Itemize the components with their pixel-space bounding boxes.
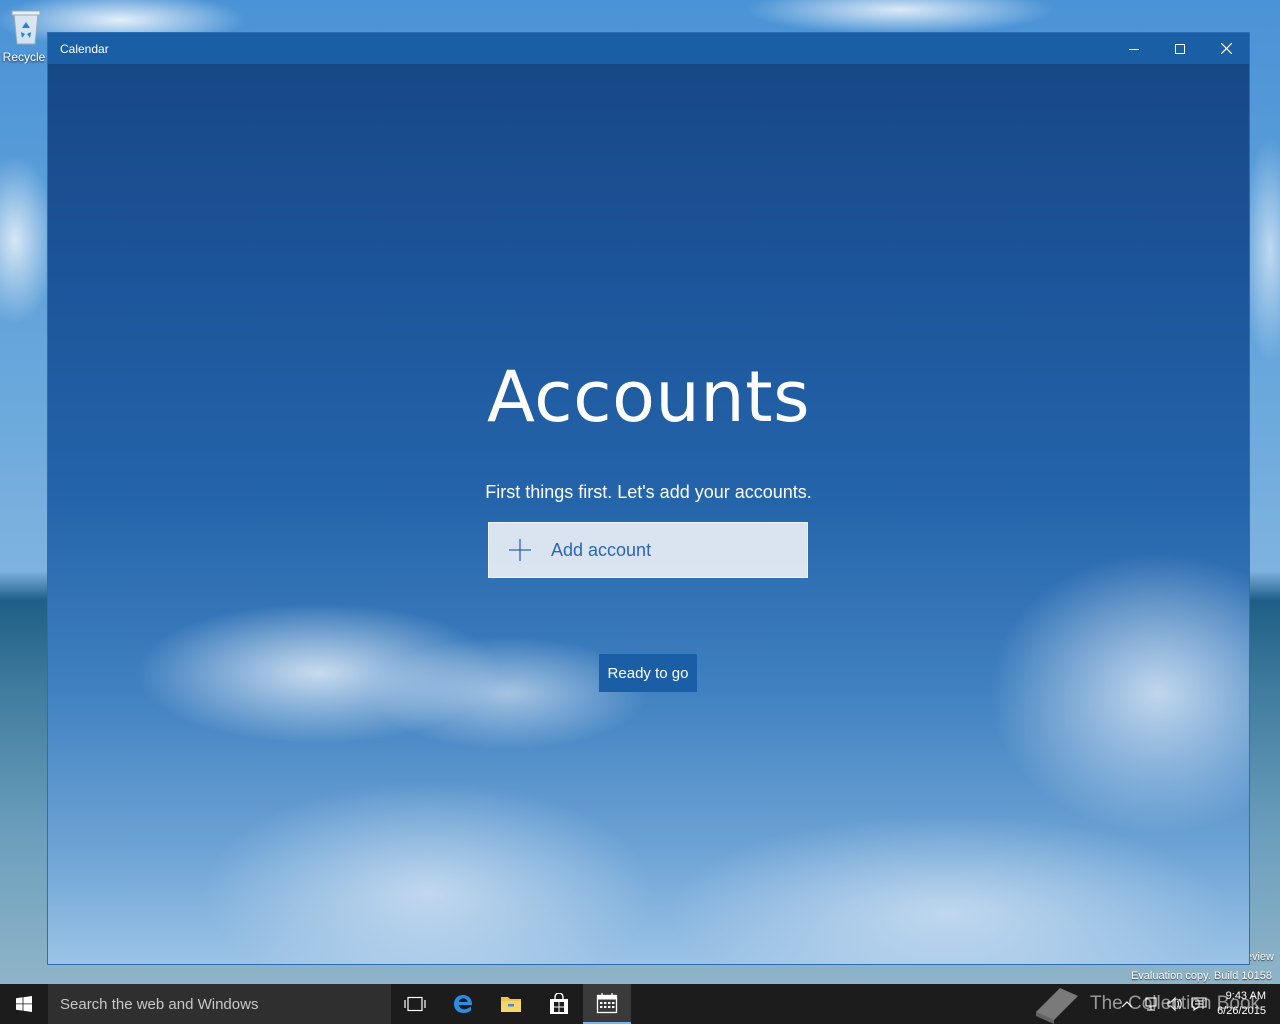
minimize-icon xyxy=(1129,48,1139,50)
title-bar[interactable]: Calendar xyxy=(48,33,1249,64)
close-button[interactable] xyxy=(1203,33,1249,64)
store-button[interactable] xyxy=(535,984,583,1024)
close-icon xyxy=(1220,43,1232,54)
search-input[interactable]: Search the web and Windows xyxy=(48,984,391,1024)
desktop-icon-label: Recycle xyxy=(2,50,46,64)
notification-icon xyxy=(1191,997,1207,1012)
book-logo-icon xyxy=(1036,988,1078,1024)
start-button[interactable] xyxy=(0,984,48,1024)
calendar-icon xyxy=(596,993,618,1014)
task-view-button[interactable] xyxy=(391,984,439,1024)
file-explorer-icon xyxy=(501,997,521,1012)
volume-icon xyxy=(1167,996,1182,1012)
ready-to-go-button[interactable]: Ready to go xyxy=(599,654,697,692)
calendar-taskbar-button[interactable] xyxy=(583,984,631,1024)
watermark-line-2: Evaluation copy. Build 10158 xyxy=(1130,970,1272,982)
add-account-label: Add account xyxy=(551,539,652,560)
page-title: Accounts xyxy=(486,356,811,438)
action-center-button[interactable] xyxy=(1187,984,1211,1024)
volume-button[interactable] xyxy=(1163,984,1187,1024)
desktop-icon-recycle-bin[interactable]: Recycle xyxy=(0,6,52,64)
page-subtitle: First things first. Let's add your accou… xyxy=(485,482,812,502)
clock[interactable]: 9:43 AM 6/26/2015 xyxy=(1211,989,1280,1019)
task-view-icon xyxy=(404,996,426,1012)
taskbar: Search the web and Windows The Collectio… xyxy=(0,984,1280,1024)
system-tray: 9:43 AM 6/26/2015 xyxy=(1115,984,1280,1024)
maximize-icon xyxy=(1175,43,1185,54)
edge-button[interactable] xyxy=(439,984,487,1024)
store-icon xyxy=(550,993,568,1014)
accounts-page: Accounts First things first. Let's add y… xyxy=(48,64,1249,964)
windows-start-icon xyxy=(16,996,32,1012)
add-account-button[interactable]: Add account xyxy=(488,522,808,578)
minimize-button[interactable] xyxy=(1111,33,1157,64)
show-hidden-icons-button[interactable] xyxy=(1115,984,1139,1024)
watermark-line-1: eview xyxy=(1245,951,1274,963)
file-explorer-button[interactable] xyxy=(487,984,535,1024)
network-icon xyxy=(1145,997,1157,1011)
window-title: Calendar xyxy=(60,41,109,56)
chevron-up-icon xyxy=(1122,1001,1133,1007)
recycle-bin-icon xyxy=(11,10,41,45)
edge-icon xyxy=(454,995,473,1013)
calendar-window: Calendar Accounts First things first. Le… xyxy=(47,32,1250,965)
maximize-button[interactable] xyxy=(1157,33,1203,64)
clock-date: 6/26/2015 xyxy=(1217,1005,1266,1017)
plus-icon xyxy=(509,539,531,561)
network-button[interactable] xyxy=(1139,984,1163,1024)
clock-time: 9:43 AM xyxy=(1225,990,1266,1002)
